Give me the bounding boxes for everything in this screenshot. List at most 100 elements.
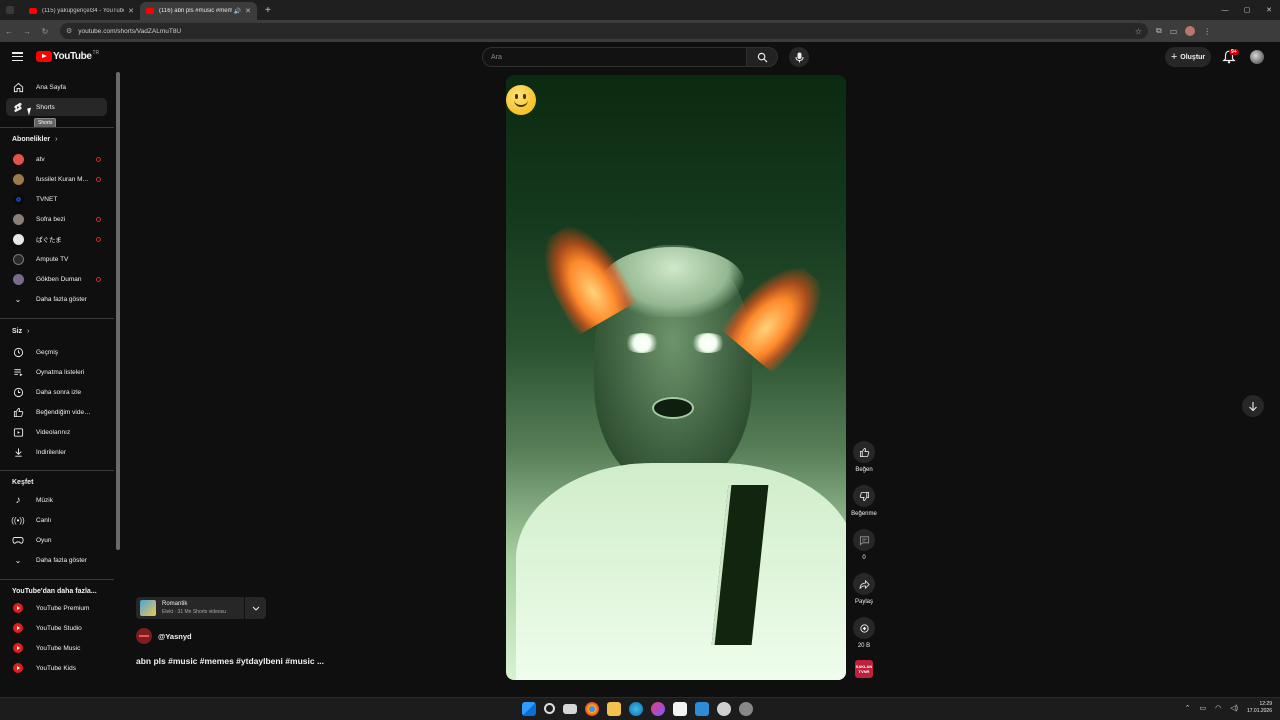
thumbs-down-icon	[853, 485, 875, 507]
share-label: Paylaş	[854, 599, 873, 605]
bookmark-star-icon[interactable]: ☆	[1135, 27, 1142, 36]
music-thumbnail	[140, 600, 156, 616]
close-tab-icon[interactable]: ✕	[245, 7, 251, 15]
shorts-icon	[12, 101, 24, 113]
new-tab-button[interactable]: +	[265, 5, 271, 16]
live-indicator-icon	[96, 216, 101, 222]
close-tab-icon[interactable]: ✕	[128, 7, 134, 15]
volume-icon[interactable]: ◁)	[1230, 704, 1238, 712]
comments-button[interactable]: 0	[849, 529, 879, 561]
search-button[interactable]	[746, 47, 778, 67]
tab-search-icon[interactable]	[6, 6, 14, 14]
download-icon	[12, 446, 24, 458]
sidebar-item-youtube-premium[interactable]: YouTube Premium	[6, 599, 107, 617]
sidebar-item-subscription[interactable]: fussilet Kuran M...	[6, 170, 107, 188]
youtube-favicon-icon	[29, 8, 37, 14]
sidebar-item-history[interactable]: Geçmiş	[6, 343, 107, 361]
store-icon[interactable]	[673, 702, 687, 716]
sidebar-item-gaming[interactable]: Oyun	[6, 531, 107, 549]
task-view-icon[interactable]	[563, 704, 577, 714]
voice-search-button[interactable]	[789, 47, 809, 67]
sound-thumbnail[interactable]: SAKLAN TVNR	[855, 660, 873, 678]
search-icon[interactable]	[544, 703, 555, 714]
sidebar-item-live[interactable]: ((•)) Canlı	[6, 511, 107, 529]
live-indicator-icon	[96, 156, 101, 162]
extensions-icon[interactable]: ⧉	[1156, 26, 1162, 36]
sidebar-icon[interactable]: ▭	[1170, 27, 1178, 36]
sidebar-item-youtube-music[interactable]: YouTube Music	[6, 639, 107, 657]
share-button[interactable]: Paylaş	[849, 573, 879, 605]
site-info-icon[interactable]: ⚙	[66, 27, 72, 35]
minimize-icon[interactable]: —	[1214, 7, 1236, 14]
sidebar-item-watch-later[interactable]: Daha sonra izle	[6, 383, 107, 401]
sidebar-item-subscription[interactable]: Ampute TV	[6, 250, 107, 268]
account-avatar[interactable]	[1250, 50, 1264, 64]
shorts-video-player[interactable]	[506, 75, 846, 680]
create-button[interactable]: + Oluştur	[1165, 47, 1211, 67]
app-icon[interactable]	[739, 702, 753, 716]
sidebar-scrollbar[interactable]	[116, 72, 120, 550]
dislike-button[interactable]: Beğenme	[849, 485, 879, 517]
sidebar-item-your-videos[interactable]: Videolarınız	[6, 423, 107, 441]
sidebar-item-youtube-kids[interactable]: YouTube Kids	[6, 659, 107, 677]
copilot-icon[interactable]	[651, 702, 665, 716]
edge-icon[interactable]	[629, 702, 643, 716]
browser-tab-2[interactable]: (116) abn pls #music #mem 🔊 ✕	[140, 2, 257, 20]
sidebar-item-music[interactable]: ♪ Müzik	[6, 491, 107, 509]
maximize-icon[interactable]: ▢	[1236, 6, 1258, 14]
channel-link[interactable]: @Yasnyd	[136, 628, 192, 644]
youtube-logo[interactable]: YouTube TR	[36, 50, 99, 62]
sidebar-item-subscription[interactable]: atv	[6, 150, 107, 168]
live-icon: ((•))	[11, 515, 25, 525]
like-button[interactable]: Beğen	[849, 441, 879, 473]
browser-tab-bar: (115) yakupgençel34 - YouTube ✕ (116) ab…	[0, 0, 1280, 20]
url-field[interactable]: ⚙ youtube.com/shorts/VadZALmuT8U ☆	[60, 23, 1148, 39]
browser-menu-icon[interactable]: ⋮	[1203, 27, 1211, 36]
network-icon[interactable]: ◠	[1215, 704, 1221, 712]
chevron-up-icon[interactable]: ⌃	[1185, 704, 1191, 712]
mail-icon[interactable]	[695, 702, 709, 716]
subscriptions-heading[interactable]: Abonelikler ›	[12, 136, 57, 143]
forward-icon[interactable]: →	[18, 27, 36, 36]
sidebar-item-label: Daha fazla göster	[36, 556, 87, 564]
chevron-down-icon[interactable]	[244, 597, 266, 619]
youtube-premium-icon	[12, 602, 24, 614]
channel-avatar	[12, 233, 24, 245]
reload-icon[interactable]: ↻	[36, 27, 54, 36]
sidebar-item-downloads[interactable]: İndirilenler	[6, 443, 107, 461]
like-icon	[12, 406, 24, 418]
sidebar-item-shorts[interactable]: Shorts	[6, 98, 107, 116]
remix-icon	[853, 617, 875, 639]
sidebar-item-subscription[interactable]: Gökben Duman	[6, 270, 107, 288]
settings-icon[interactable]	[717, 702, 731, 716]
you-heading[interactable]: Siz ›	[12, 328, 29, 335]
battery-icon[interactable]: ▭	[1200, 704, 1207, 712]
chrome-icon[interactable]	[585, 702, 599, 716]
sidebar-item-subscription[interactable]: TVNET	[6, 190, 107, 208]
browser-tab-1[interactable]: (115) yakupgençel34 - YouTube ✕	[23, 2, 140, 20]
clock[interactable]: 12:29 17.01.2026	[1247, 701, 1272, 715]
sidebar-item-label: fussilet Kuran M...	[36, 175, 89, 183]
profile-icon[interactable]	[1185, 26, 1196, 36]
sidebar-item-youtube-studio[interactable]: YouTube Studio	[6, 619, 107, 637]
windows-start-icon[interactable]	[522, 702, 536, 716]
file-explorer-icon[interactable]	[607, 702, 621, 716]
show-more-explore[interactable]: ⌄ Daha fazla göster	[6, 551, 107, 569]
sidebar-item-home[interactable]: Ana Sayfa	[6, 78, 107, 96]
back-icon[interactable]: ←	[0, 27, 18, 36]
search-box	[482, 47, 778, 67]
chevron-down-icon: ⌄	[14, 294, 22, 304]
remix-button[interactable]: 20 B	[849, 617, 879, 649]
close-window-icon[interactable]: ✕	[1258, 6, 1280, 14]
speaker-icon[interactable]: 🔊	[234, 8, 241, 15]
next-short-button[interactable]	[1242, 395, 1264, 417]
sidebar-item-liked-videos[interactable]: Beğendiğim videolar	[6, 403, 107, 421]
music-chip[interactable]: Romantik Elekt · 31 Mn Shorts videosu	[136, 597, 266, 619]
sidebar-item-subscription[interactable]: Sofra bezi	[6, 210, 107, 228]
sidebar-item-subscription[interactable]: ぱぐたま	[6, 230, 107, 248]
sidebar-item-playlists[interactable]: Oynatma listeleri	[6, 363, 107, 381]
hamburger-menu-icon[interactable]	[12, 52, 23, 61]
search-input[interactable]	[482, 47, 746, 67]
show-more-subscriptions[interactable]: ⌄ Daha fazla göster	[6, 290, 107, 308]
video-caption[interactable]: abn pls #music #memes #ytdaylbeni #music…	[136, 656, 324, 666]
